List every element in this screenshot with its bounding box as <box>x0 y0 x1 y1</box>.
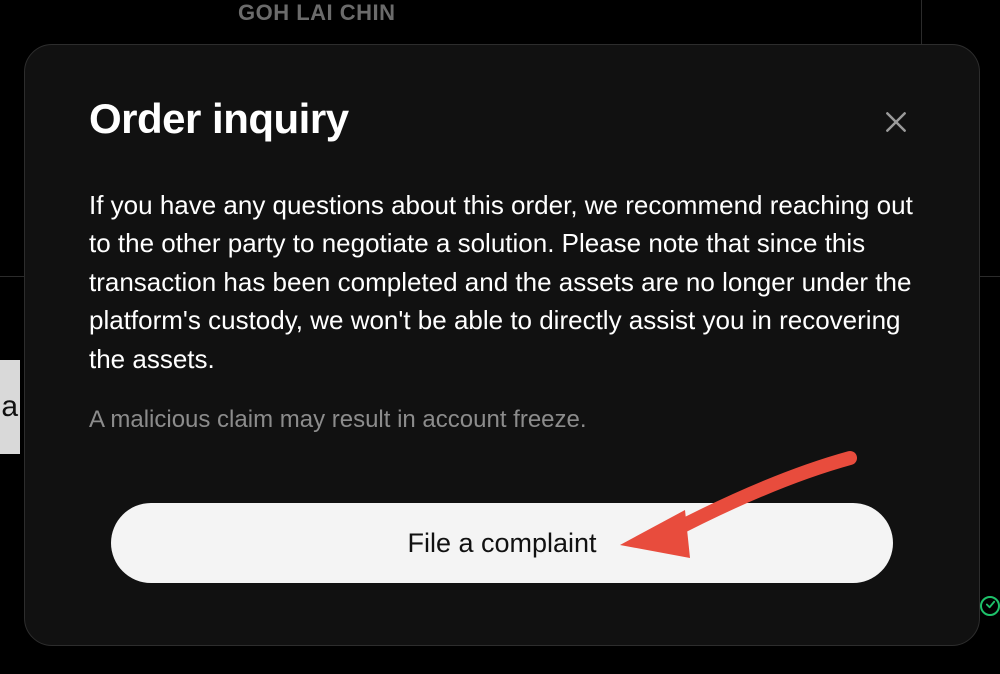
modal-header: Order inquiry <box>89 95 915 144</box>
close-button[interactable] <box>877 103 915 144</box>
background-user-name: GOH LAI CHIN <box>238 0 396 26</box>
modal-warning-text: A malicious claim may result in account … <box>89 406 915 434</box>
modal-body-text: If you have any questions about this ord… <box>89 186 915 378</box>
file-complaint-label: File a complaint <box>407 528 596 559</box>
modal-body: If you have any questions about this ord… <box>89 186 915 434</box>
check-icon <box>985 597 996 615</box>
close-icon <box>883 109 909 138</box>
background-side-char: a <box>1 390 18 424</box>
file-complaint-button[interactable]: File a complaint <box>111 503 893 583</box>
background-side-block: a <box>0 360 20 454</box>
check-badge <box>980 596 1000 616</box>
order-inquiry-modal: Order inquiry If you have any questions … <box>24 44 980 646</box>
modal-title: Order inquiry <box>89 95 349 143</box>
